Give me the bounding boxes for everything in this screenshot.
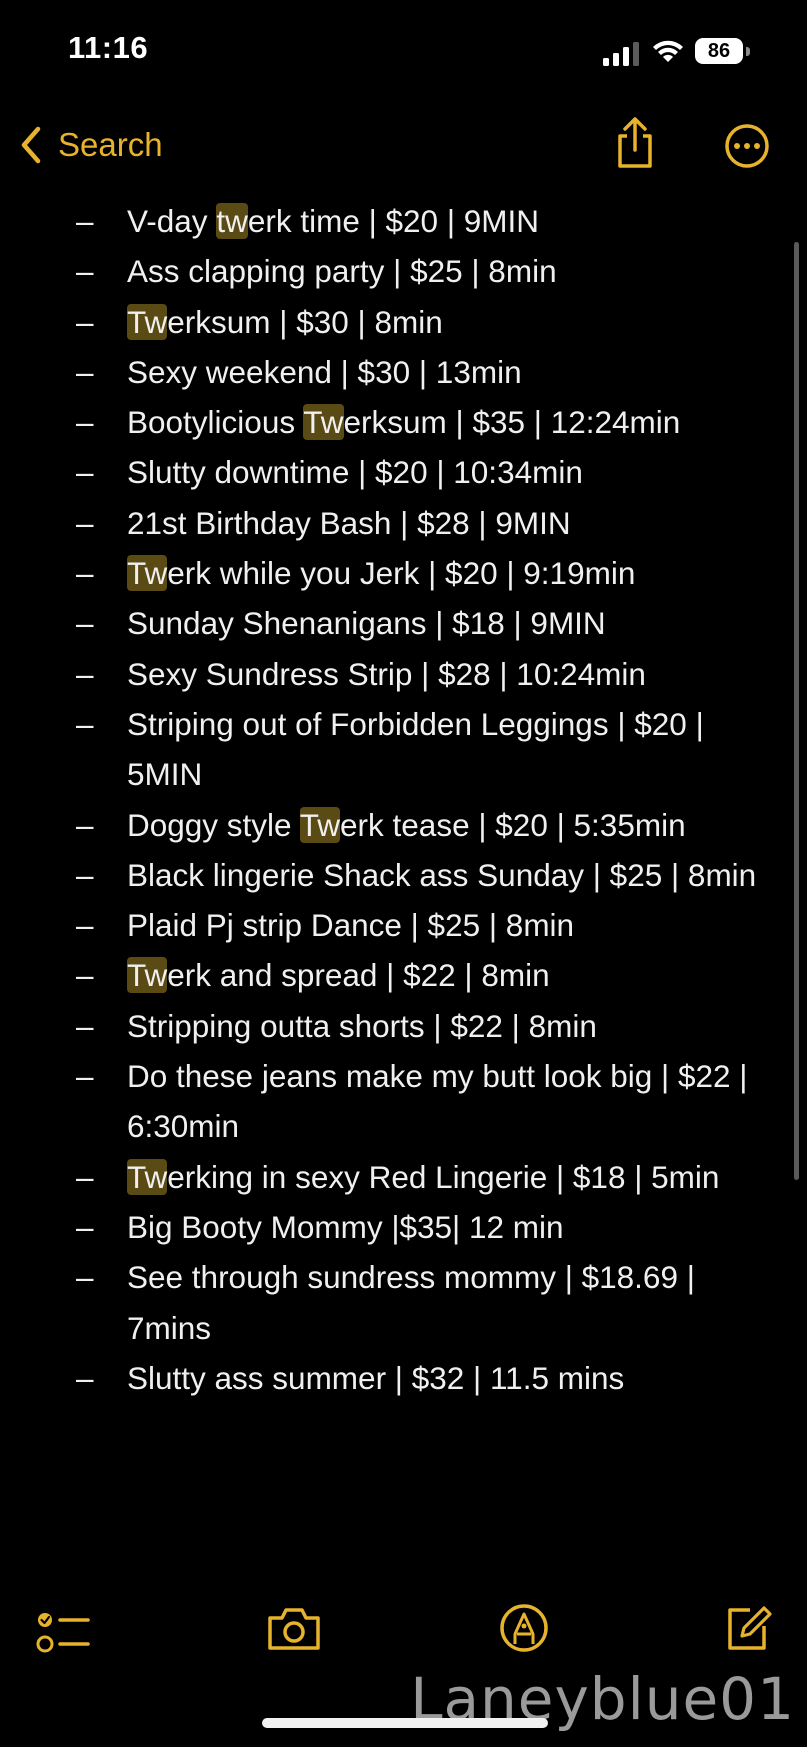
item-text: Doggy style [127,806,300,843]
note-list-item[interactable]: – Twerking in sexy Red Lingerie | $18 | 5… [0,1152,807,1202]
item-text: Black lingerie Shack ass Sunday | $25 | … [127,856,757,893]
note-list-item[interactable]: – Doggy style Twerk tease | $20 | 5:35min [0,800,807,850]
item-text-rest: erk and spread | $22 | 8min [167,957,550,994]
camera-icon[interactable] [266,1604,322,1652]
note-list[interactable]: – V-day twerk time | $20 | 9MIN – Ass clapp… [0,196,807,1403]
item-text: Stripping outta shorts | $22 | 8min [127,1007,597,1044]
status-time: 11:16 [68,30,149,65]
checklist-icon[interactable] [36,1606,92,1658]
note-list-item[interactable]: – Slutty downtime | $20 | 10:34min [0,447,807,497]
item-text: Sexy Sundress Strip | $28 | 10:24min [127,655,646,692]
list-dash-marker: – [76,705,94,742]
item-text-rest: erk tease | $20 | 5:35min [340,806,686,843]
back-button[interactable]: Search [16,120,163,170]
note-list-item[interactable]: – V-day twerk time | $20 | 9MIN [0,196,807,246]
nav-bar: Search [0,110,807,180]
list-dash-marker: – [76,1007,94,1044]
list-dash-marker: – [76,957,94,994]
status-bar: 11:16 86 [0,0,807,100]
item-text-rest: erking in sexy Red Lingerie | $18 | 5min [167,1158,720,1195]
list-dash-marker: – [76,806,94,843]
battery-icon: 86 [695,38,743,64]
item-text-rest: erk while you Jerk | $20 | 9:19min [167,555,636,592]
search-match-highlight: tw [216,203,248,239]
item-text: Big Booty Mommy |$35| 12 min [127,1208,564,1245]
item-text: See through sundress mommy | $18.69 | 7m… [127,1259,695,1346]
item-text: Sunday Shenanigans | $18 | 9MIN [127,605,606,642]
note-list-item[interactable]: –21st Birthday Bash | $28 | 9MIN [0,498,807,548]
note-list-item[interactable]: – Ass clapping party | $25 | 8min [0,246,807,296]
item-text: Striping out of Forbidden Leggings | $20… [127,705,704,793]
list-dash-marker: – [76,1208,94,1245]
item-text: Slutty downtime | $20 | 10:34min [127,454,583,491]
home-indicator[interactable] [262,1718,548,1728]
list-dash-marker: – [76,655,94,692]
note-list-item[interactable]: – Twerk and spread | $22 | 8min [0,950,807,1000]
list-dash-marker: – [76,303,94,340]
item-text: Plaid Pj strip Dance | $25 | 8min [127,907,575,944]
note-list-item[interactable]: – Twerksum | $30 | 8min [0,297,807,347]
chevron-left-icon [21,126,41,164]
list-dash-marker: – [76,203,94,239]
list-dash-marker: – [76,856,94,893]
search-match-highlight: Tw [299,806,341,843]
note-list-item[interactable]: – Big Booty Mommy |$35| 12 min [0,1202,807,1252]
note-list-item[interactable]: – See through sundress mommy | $18.69 | 7… [0,1252,807,1353]
item-text: Slutty ass summer | $32 | 11.5 mins [127,1359,625,1396]
compose-icon[interactable] [722,1602,772,1654]
list-dash-marker: – [76,1359,94,1396]
item-text: Do these jeans make my butt look big | $… [127,1058,748,1145]
list-dash-marker: – [76,555,94,592]
item-text-rest: erksum | $30 | 8min [167,303,443,340]
list-dash-marker: – [76,605,94,642]
scrollbar[interactable] [794,242,799,1180]
list-dash-marker: – [76,504,94,541]
list-dash-marker: – [76,353,94,390]
item-text-rest: erk time | $20 | 9MIN [247,203,540,239]
note-list-item[interactable]: – Plaid Pj strip Dance | $25 | 8min [0,900,807,950]
list-dash-marker: – [76,1158,94,1195]
item-text: V-day [127,203,217,239]
note-list-item[interactable]: – Slutty ass summer | $32 | 11.5 mins [0,1353,807,1403]
list-dash-marker: – [76,907,94,944]
ellipsis-circle-icon[interactable] [723,122,771,170]
item-text: Ass clapping party | $25 | 8min [127,253,557,290]
note-list-item[interactable]: – Bootylicious Twerksum | $35 | 12:24min [0,397,807,447]
list-dash-marker: – [76,404,94,441]
cellular-signal-icon [603,42,639,66]
item-text: Bootylicious [127,404,304,441]
search-match-highlight: Tw [127,555,168,592]
list-dash-marker: – [76,1058,94,1095]
note-list-item[interactable]: – Sexy weekend | $30 | 13min [0,347,807,397]
back-label: Search [58,126,163,163]
search-match-highlight: Tw [127,303,168,340]
note-list-item[interactable]: – Sexy Sundress Strip | $28 | 10:24min [0,649,807,699]
search-match-highlight: Tw [127,957,168,994]
bottom-toolbar [0,1590,807,1670]
note-list-item[interactable]: – Stripping outta shorts | $22 | 8min [0,1001,807,1051]
note-list-item[interactable]: – Sunday Shenanigans | $18 | 9MIN [0,598,807,648]
markup-pen-icon[interactable] [498,1602,550,1654]
share-icon[interactable] [610,114,660,174]
item-text: 21st Birthday Bash | $28 | 9MIN [127,504,571,541]
list-dash-marker: – [76,1259,94,1296]
battery-cap [746,47,750,56]
list-dash-marker: – [76,454,94,491]
list-dash-marker: – [76,253,94,290]
item-text-rest: erksum | $35 | 12:24min [343,404,681,441]
note-list-item[interactable]: – Do these jeans make my butt look big | … [0,1051,807,1152]
item-text: Sexy weekend | $30 | 13min [127,353,522,390]
note-list-item[interactable]: – Striping out of Forbidden Leggings | $2… [0,699,807,800]
wifi-icon [653,40,683,62]
search-match-highlight: Tw [303,404,344,441]
note-list-item[interactable]: – Twerk while you Jerk | $20 | 9:19min [0,548,807,598]
search-match-highlight: Tw [127,1158,168,1195]
note-list-item[interactable]: – Black lingerie Shack ass Sunday | $25 |… [0,850,807,900]
